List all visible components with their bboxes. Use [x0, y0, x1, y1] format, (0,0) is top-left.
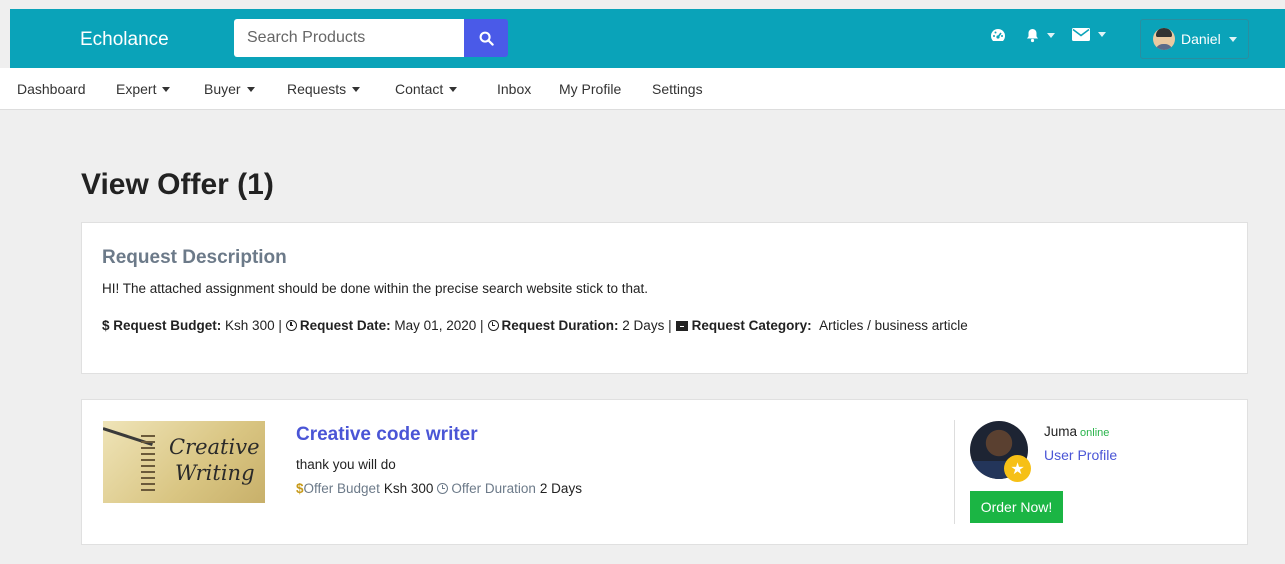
request-card: Request Description HI! The attached ass… [81, 222, 1248, 374]
nav-dashboard[interactable]: Dashboard [17, 81, 86, 97]
separator: | [278, 318, 282, 333]
chevron-down-icon [1098, 32, 1106, 37]
chevron-down-icon [1228, 36, 1237, 42]
gauge-icon [991, 29, 1005, 41]
nav-contact[interactable]: Contact [395, 81, 458, 97]
duration-label: Request Duration: [501, 318, 619, 333]
dollar-icon: $ [102, 318, 110, 333]
clock-icon [487, 320, 499, 331]
nav-settings[interactable]: Settings [652, 81, 703, 97]
chevron-down-icon [1047, 33, 1055, 38]
nav-buyer[interactable]: Buyer [204, 81, 255, 97]
thumbnail-text: Creative [169, 435, 260, 459]
search-input[interactable] [234, 19, 465, 57]
notifications-button[interactable] [1026, 28, 1055, 43]
seller-name: Juma [1044, 424, 1078, 439]
offer-card: Creative Writing Creative code writer th… [81, 399, 1248, 545]
notebook-spiral [141, 435, 155, 495]
user-profile-link[interactable]: User Profile [1044, 447, 1117, 463]
nav-inbox[interactable]: Inbox [497, 81, 531, 97]
chevron-down-icon [162, 86, 171, 92]
category-label: Request Category: [691, 318, 812, 333]
online-status: online [1080, 427, 1110, 439]
request-description: HI! The attached assignment should be do… [102, 281, 649, 296]
budget-label: Request Budget: [113, 318, 222, 333]
nav-requests[interactable]: Requests [287, 81, 361, 97]
duration-value: 2 Days [622, 318, 665, 333]
messages-button[interactable] [1072, 28, 1106, 41]
offer-title-link[interactable]: Creative code writer [296, 424, 478, 446]
clock-icon [437, 483, 449, 494]
chevron-down-icon [246, 86, 255, 92]
thumbnail-text: Writing [175, 461, 255, 485]
category-value: Articles / business article [819, 318, 968, 333]
main-nav: Dashboard Expert Buyer Requests Contact … [0, 68, 1285, 110]
user-name: Daniel [1181, 31, 1221, 47]
top-bar: Echolance Daniel [10, 9, 1285, 68]
seller-name-row: Juma online [1044, 424, 1109, 439]
request-meta: $ Request Budget: Ksh 300 | Request Date… [102, 318, 968, 333]
offer-thumbnail[interactable]: Creative Writing [103, 421, 265, 503]
offer-duration-label: Offer Duration [451, 481, 536, 496]
date-label: Request Date: [299, 318, 391, 333]
offer-message: thank you will do [296, 457, 396, 472]
dollar-icon: $ [296, 481, 304, 496]
divider [954, 420, 955, 524]
search-button[interactable] [464, 19, 508, 57]
separator: | [668, 318, 672, 333]
nav-my-profile[interactable]: My Profile [559, 81, 621, 97]
offer-budget-label: Offer Budget [303, 481, 380, 496]
brand-logo[interactable]: Echolance [80, 29, 169, 51]
order-now-button[interactable]: Order Now! [970, 491, 1063, 523]
bell-icon [1027, 29, 1038, 43]
offer-duration-value: 2 Days [539, 481, 582, 496]
page-title: View Offer (1) [81, 168, 274, 201]
date-value: May 01, 2020 [394, 318, 477, 333]
archive-icon [675, 320, 688, 331]
user-menu[interactable]: Daniel [1140, 19, 1249, 59]
chevron-down-icon [352, 86, 361, 92]
search-icon [479, 31, 494, 46]
envelope-icon [1072, 28, 1090, 41]
offer-meta: $ Offer Budget Ksh 300 Offer Duration 2 … [296, 481, 582, 496]
nav-expert[interactable]: Expert [116, 81, 171, 97]
clock-icon [285, 320, 297, 331]
separator: | [480, 318, 484, 333]
chevron-down-icon [449, 86, 458, 92]
budget-value: Ksh 300 [225, 318, 275, 333]
star-icon: ★ [1004, 455, 1031, 482]
offer-budget-value: Ksh 300 [383, 481, 434, 496]
avatar [1153, 28, 1175, 50]
dashboard-button[interactable] [990, 28, 1006, 42]
request-heading: Request Description [102, 247, 287, 268]
